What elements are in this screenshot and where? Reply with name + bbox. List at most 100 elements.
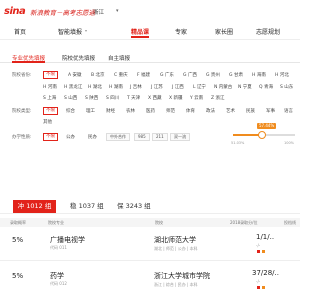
row-divider bbox=[0, 260, 300, 261]
province-filter-label: 院校省份: bbox=[12, 73, 32, 78]
admission-rank: -/- bbox=[256, 243, 261, 248]
divider bbox=[0, 213, 300, 214]
feature-tag[interactable]: 211 bbox=[152, 133, 168, 141]
school-tags: 浙江 | 综合 | 民办 | 本科 bbox=[154, 282, 198, 287]
province-option[interactable]: S 山西 bbox=[64, 95, 77, 101]
category-option[interactable]: 军事 bbox=[266, 108, 275, 114]
probability-slider-min: 51.03% bbox=[231, 141, 245, 145]
nature-option[interactable]: 不限 bbox=[43, 133, 58, 141]
category-option[interactable]: 综合 bbox=[66, 108, 75, 114]
province-option[interactable]: S 四川 bbox=[106, 95, 119, 101]
province-option[interactable]: J 江苏 bbox=[151, 84, 163, 90]
province-option[interactable]: Z 浙江 bbox=[211, 95, 225, 101]
chevron-down-icon[interactable]: ▾ bbox=[116, 8, 119, 14]
category-option[interactable]: 体育 bbox=[186, 108, 195, 114]
column-header: 院校 bbox=[155, 220, 163, 225]
probability-slider-value: 57.44% bbox=[257, 123, 277, 129]
province-option[interactable]: H 湖北 bbox=[88, 84, 102, 90]
province-option[interactable]: G 甘肃 bbox=[229, 72, 243, 78]
province-option[interactable]: H 河南 bbox=[43, 84, 57, 90]
admission-rank: -/- bbox=[256, 279, 261, 284]
sina-logo[interactable]: sina bbox=[4, 6, 26, 17]
category-option[interactable]: 不限 bbox=[43, 107, 58, 115]
column-header: 录取概率 bbox=[10, 220, 26, 225]
nav-item-planning[interactable]: 志愿规划 bbox=[256, 27, 280, 36]
province-option[interactable]: F 福建 bbox=[137, 72, 150, 78]
tab-safety-group[interactable]: 保 3243 组 bbox=[117, 200, 151, 213]
nav-item-smart-fill[interactable]: 智能填报 bbox=[58, 27, 82, 36]
province-option[interactable]: 不限 bbox=[43, 71, 58, 79]
province-option[interactable]: S 山东 bbox=[280, 84, 293, 90]
province-option[interactable]: X 新疆 bbox=[169, 95, 183, 101]
province-option[interactable]: C 重庆 bbox=[114, 72, 128, 78]
major-name[interactable]: 药学 bbox=[50, 271, 64, 281]
main-nav bbox=[0, 22, 300, 40]
category-option[interactable]: 语言 bbox=[284, 108, 293, 114]
category-option[interactable]: 农林 bbox=[126, 108, 135, 114]
major-code: 代码 011 bbox=[50, 245, 67, 250]
province-option[interactable]: N 宁夏 bbox=[238, 84, 252, 90]
tab-active-indicator bbox=[12, 61, 45, 63]
province-option[interactable]: X 西藏 bbox=[148, 95, 162, 101]
feature-tag[interactable]: 双一流 bbox=[170, 133, 190, 141]
column-header: 投档线 bbox=[284, 220, 296, 225]
nature-filter-label: 办学性质: bbox=[12, 135, 32, 140]
admission-probability: 5% bbox=[12, 272, 24, 280]
province-option[interactable]: N 内蒙古 bbox=[214, 84, 232, 90]
admission-score: 37/28/.. bbox=[252, 269, 279, 277]
rank-flag-icon bbox=[262, 286, 265, 289]
province-option[interactable]: B 北京 bbox=[91, 72, 105, 78]
probability-slider-max: 100% bbox=[284, 141, 295, 145]
nav-item-courses[interactable]: 精品课 bbox=[131, 27, 149, 36]
nav-item-home[interactable]: 首页 bbox=[14, 27, 26, 36]
category-option[interactable]: 政法 bbox=[206, 108, 215, 114]
chevron-down-icon[interactable]: ▾ bbox=[85, 28, 87, 33]
probability-slider-handle[interactable] bbox=[258, 131, 266, 139]
province-option[interactable]: A 安徽 bbox=[68, 72, 82, 78]
category-option[interactable]: 艺术 bbox=[226, 108, 235, 114]
province-option[interactable]: L 辽宁 bbox=[193, 84, 206, 90]
school-name[interactable]: 湖北师范大学 bbox=[154, 235, 196, 245]
tab-school-first[interactable]: 院校优先填报 bbox=[62, 54, 95, 62]
province-option[interactable]: S 陕西 bbox=[85, 95, 98, 101]
admission-probability: 5% bbox=[12, 236, 24, 244]
province-option[interactable]: G 广西 bbox=[183, 72, 197, 78]
major-name[interactable]: 广播电视学 bbox=[50, 235, 85, 245]
category-filter-label: 院校类型: bbox=[12, 109, 32, 114]
category-option[interactable]: 师范 bbox=[166, 108, 175, 114]
province-option[interactable]: Y 云南 bbox=[190, 95, 203, 101]
feature-tag[interactable]: 中外合作 bbox=[106, 133, 130, 141]
column-header: 院校专业 bbox=[48, 220, 64, 225]
nav-item-experts[interactable]: 专家 bbox=[175, 27, 187, 36]
category-option[interactable]: 理工 bbox=[86, 108, 95, 114]
province-option[interactable]: J 吉林 bbox=[130, 84, 142, 90]
nature-option[interactable]: 公办 bbox=[66, 134, 75, 140]
tab-match-group[interactable]: 稳 1037 组 bbox=[70, 200, 104, 213]
site-title: 新浪教育－高考志愿通 bbox=[30, 9, 95, 17]
province-option[interactable]: T 天津 bbox=[127, 95, 140, 101]
province-option[interactable]: H 黑龙江 bbox=[64, 84, 82, 90]
feature-tag[interactable]: 985 bbox=[134, 133, 150, 141]
region-selector[interactable]: 浙江 bbox=[93, 8, 104, 16]
province-option[interactable]: H 湖南 bbox=[109, 84, 123, 90]
nav-active-indicator bbox=[131, 36, 149, 38]
nature-option[interactable]: 民办 bbox=[88, 134, 97, 140]
category-option[interactable]: 医药 bbox=[146, 108, 155, 114]
major-code: 代码 012 bbox=[50, 281, 67, 286]
category-option[interactable]: 民族 bbox=[246, 108, 255, 114]
tab-reach-group[interactable]: 冲 1012 组 bbox=[13, 200, 56, 213]
tab-self-fill[interactable]: 自主填报 bbox=[108, 54, 130, 62]
province-option[interactable]: S 上海 bbox=[43, 95, 56, 101]
province-option[interactable]: G 贵州 bbox=[206, 72, 220, 78]
category-option[interactable]: 财经 bbox=[106, 108, 115, 114]
category-option[interactable]: 其他 bbox=[43, 119, 52, 125]
province-option[interactable]: G 广东 bbox=[160, 72, 174, 78]
province-option[interactable]: J 江西 bbox=[172, 84, 184, 90]
admission-score: 1/1/.. bbox=[256, 233, 275, 241]
rank-flag-icon bbox=[257, 250, 260, 253]
nav-item-parents[interactable]: 家长圈 bbox=[215, 27, 233, 36]
school-name[interactable]: 浙江大学城市学院 bbox=[154, 271, 210, 281]
province-option[interactable]: H 海南 bbox=[252, 72, 266, 78]
province-option[interactable]: H 河北 bbox=[275, 72, 289, 78]
province-option[interactable]: Q 青海 bbox=[259, 84, 273, 90]
